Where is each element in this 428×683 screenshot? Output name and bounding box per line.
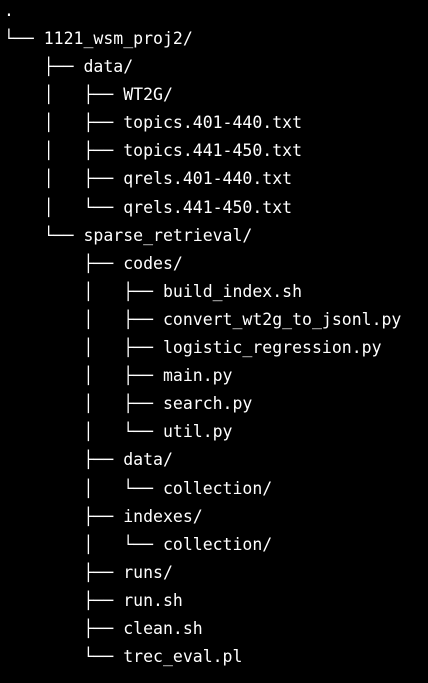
tree-entry-name: runs/ [123,562,173,582]
tree-guide: └── [4,647,124,667]
tree-entry-name: main.py [162,366,233,386]
tree-entry-name: logistic_regression.py [162,338,382,358]
tree-entry-name: 1121_wsm_proj2/ [43,29,193,48]
tree-entry-name: search.py [162,394,253,414]
tree-entry-name: indexes/ [123,506,203,526]
tree-guide: │ ├── [4,169,124,189]
tree-guide: │ ├── [4,309,163,329]
tree-guide: │ └── [4,534,163,554]
tree-line: └── sparse_retrieval/ [4,222,428,250]
tree-line: │ └── collection/ [4,475,428,503]
tree-guide: ├── [4,253,124,273]
tree-line: ├── clean.sh [4,615,428,643]
tree-line: │ ├── topics.441-450.txt [4,137,428,165]
tree-entry-name: build_index.sh [162,281,303,301]
tree-entry-name: codes/ [123,253,183,273]
tree-guide: ├── [4,562,124,582]
tree-line: ├── indexes/ [4,503,428,531]
tree-entry-name: topics.441-450.txt [123,141,303,161]
tree-entry-name: topics.401-440.txt [123,113,303,133]
tree-guide: │ ├── [4,281,163,301]
tree-entry-name: trec_eval.pl [123,647,243,667]
tree-line: │ ├── build_index.sh [4,278,428,306]
directory-tree: . └── 1121_wsm_proj2/ ├── data/ │ ├── WT… [4,3,428,671]
tree-line: ├── data/ [4,53,428,81]
tree-line: │ ├── qrels.401-440.txt [4,165,428,193]
tree-line: └── trec_eval.pl [4,643,428,671]
tree-line: ├── runs/ [4,559,428,587]
tree-entry-name: util.py [162,422,233,442]
tree-line: │ ├── main.py [4,362,428,390]
tree-line: ├── data/ [4,446,428,474]
tree-guide: │ ├── [4,85,124,105]
tree-entry-name: collection/ [162,534,273,554]
tree-guide: ├── [4,450,124,470]
tree-entry-name: data/ [123,450,173,470]
tree-line: ├── run.sh [4,587,428,615]
tree-line: ├── codes/ [4,250,428,278]
tree-guide: │ ├── [4,113,124,133]
tree-guide: │ ├── [4,141,124,161]
tree-line: │ ├── search.py [4,390,428,418]
tree-entry-name: run.sh [123,590,183,610]
tree-guide: └── [4,29,44,48]
tree-entry-name: clean.sh [123,618,203,638]
tree-guide: │ └── [4,197,124,217]
tree-line: │ └── qrels.441-450.txt [4,194,428,222]
tree-line: │ ├── logistic_regression.py [4,334,428,362]
tree-entry-name: qrels.401-440.txt [123,169,293,189]
tree-line: │ └── util.py [4,418,428,446]
tree-line: │ ├── convert_wt2g_to_jsonl.py [4,306,428,334]
terminal-window: { "tree": { "lines": [ {"prefix": "", "n… [0,0,428,683]
tree-guide: │ └── [4,422,163,442]
tree-entry-name: WT2G/ [123,85,173,105]
tree-guide: │ └── [4,478,163,498]
tree-guide: ├── [4,506,124,526]
tree-line: │ ├── topics.401-440.txt [4,109,428,137]
tree-guide: ├── [4,618,124,638]
tree-guide: │ ├── [4,338,163,358]
tree-entry-name: . [4,3,14,20]
tree-guide: ├── [4,57,84,77]
tree-line-root: . [4,3,428,25]
tree-line: └── 1121_wsm_proj2/ [4,25,428,53]
tree-entry-name: data/ [83,57,134,77]
tree-entry-name: convert_wt2g_to_jsonl.py [162,309,402,329]
tree-guide: └── [4,225,84,245]
tree-guide: │ ├── [4,394,163,414]
tree-guide: │ ├── [4,366,163,386]
tree-guide: ├── [4,590,124,610]
tree-entry-name: qrels.441-450.txt [123,197,293,217]
tree-line: │ └── collection/ [4,531,428,559]
tree-entry-name: collection/ [162,478,273,498]
tree-entry-name: sparse_retrieval/ [83,225,253,245]
tree-line: │ ├── WT2G/ [4,81,428,109]
